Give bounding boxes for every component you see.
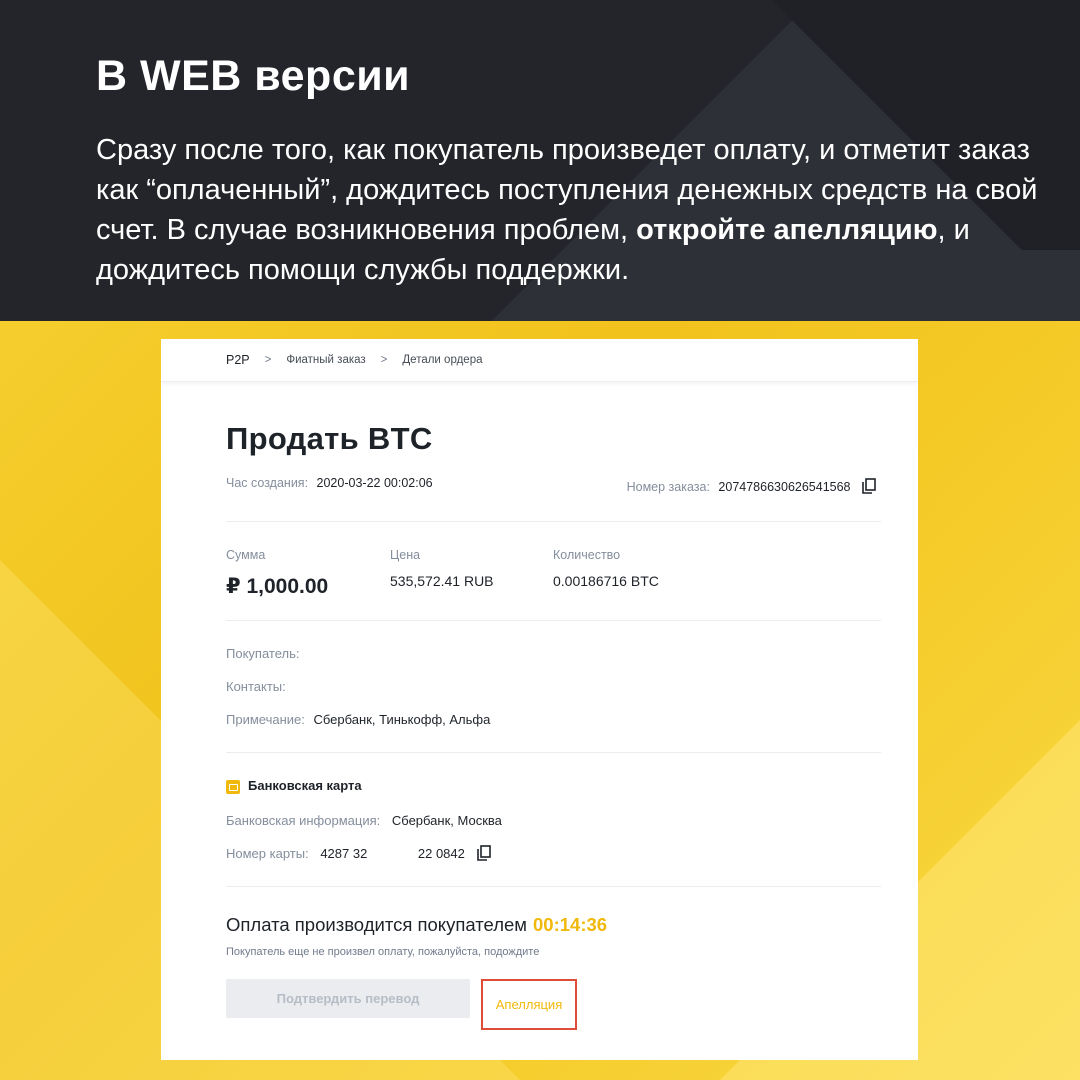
divider xyxy=(226,521,881,522)
quantity-block: Количество 0.00186716 BTC xyxy=(553,548,659,589)
price-block: Цена 535,572.41 RUB xyxy=(390,548,494,589)
note-row: Примечание: Сбербанк, Тинькофф, Альфа xyxy=(226,712,490,727)
copy-icon[interactable] xyxy=(862,478,876,497)
breadcrumb: P2P > Фиатный заказ > Детали ордера xyxy=(161,339,918,382)
quantity-value: 0.00186716 BTC xyxy=(553,573,659,589)
card-number-value: 4287 32 22 0842 xyxy=(320,845,465,861)
payment-status: Оплата производится покупателем 00:14:36 xyxy=(226,914,607,936)
payment-method-title: Банковская карта xyxy=(248,778,362,793)
bank-info-label: Банковская информация: xyxy=(226,813,381,828)
intro-text: Сразу после того, как покупатель произве… xyxy=(96,130,1046,290)
price-value: 535,572.41 RUB xyxy=(390,573,494,589)
contacts-row: Контакты: xyxy=(226,679,286,694)
buyer-row: Покупатель: xyxy=(226,646,299,661)
price-label: Цена xyxy=(390,548,421,562)
contacts-label: Контакты: xyxy=(226,679,286,694)
card-number-row: Номер карты: 4287 32 22 0842 xyxy=(226,845,491,864)
divider xyxy=(226,620,881,621)
created-time-value: 2020-03-22 00:02:06 xyxy=(316,476,433,490)
created-time: Час создания: 2020-03-22 00:02:06 xyxy=(226,476,433,490)
countdown-timer: 00:14:36 xyxy=(533,914,608,935)
bank-card-icon xyxy=(226,779,240,794)
note-label: Примечание: xyxy=(226,712,305,727)
buyer-label: Покупатель: xyxy=(226,646,300,661)
breadcrumb-p2p[interactable]: P2P xyxy=(226,353,250,367)
order-details-card: P2P > Фиатный заказ > Детали ордера Прод… xyxy=(161,339,918,1060)
confirm-transfer-button[interactable]: Подтвердить перевод xyxy=(226,979,470,1018)
divider xyxy=(226,752,881,753)
note-value: Сбербанк, Тинькофф, Альфа xyxy=(313,712,491,727)
order-number-value: 20747866306265415​68 xyxy=(718,479,851,494)
amount-value: ₽ 1,000.00 xyxy=(226,575,329,598)
appeal-button[interactable]: Апелляция xyxy=(496,997,562,1012)
divider xyxy=(226,886,881,887)
breadcrumb-fiat-order[interactable]: Фиатный заказ xyxy=(286,354,365,366)
payment-method: Банковская карта xyxy=(226,778,362,794)
breadcrumb-order-details: Детали ордера xyxy=(402,354,483,366)
copy-icon[interactable] xyxy=(476,845,491,864)
headline: В WEB версии xyxy=(96,52,411,100)
payment-status-title: Оплата производится покупателем xyxy=(226,914,527,935)
amount-block: Сумма ₽ 1,000.00 xyxy=(226,548,328,599)
order-number: Номер заказа: 20747866306265415​68 xyxy=(627,478,876,497)
bank-info-value: Сбербанк, Москва xyxy=(391,813,502,828)
breadcrumb-separator: > xyxy=(264,354,272,366)
quantity-label: Количество xyxy=(553,548,621,562)
appeal-highlight-box: Апелляция xyxy=(481,979,577,1030)
created-time-label: Час создания: xyxy=(226,476,309,490)
order-number-label: Номер заказа: xyxy=(626,479,710,494)
order-title: Продать BTC xyxy=(226,421,433,456)
payment-status-note: Покупатель еще не произвел оплату, пожал… xyxy=(226,946,540,958)
intro-text-bold: откройте апелляцию xyxy=(636,214,938,246)
breadcrumb-separator: > xyxy=(380,354,388,366)
amount-label: Сумма xyxy=(226,548,266,562)
card-number-label: Номер карты: xyxy=(226,845,309,861)
bank-info-row: Банковская информация: Сбербанк, Москва xyxy=(226,813,502,828)
